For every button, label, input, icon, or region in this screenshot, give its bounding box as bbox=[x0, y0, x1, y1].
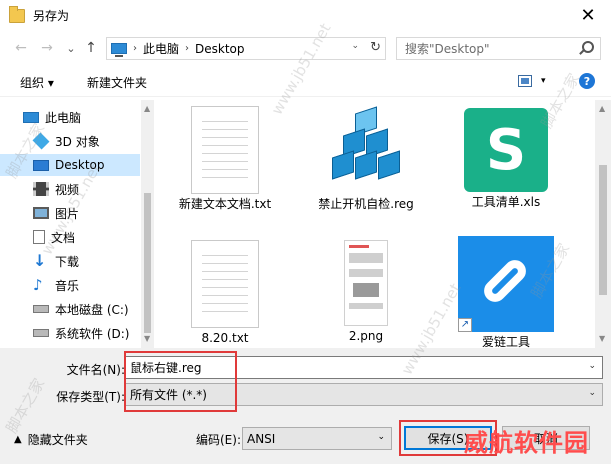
close-button[interactable]: ✕ bbox=[565, 0, 611, 31]
file-item[interactable]: 禁止开机自检.reg bbox=[311, 106, 421, 212]
filename-label: 文件名(N): bbox=[66, 363, 125, 377]
sidebar-item-drive-d[interactable]: 系统软件 (D:) bbox=[0, 322, 140, 344]
scroll-thumb[interactable] bbox=[599, 165, 607, 295]
encoding-label: 编码(E): bbox=[196, 433, 241, 447]
highlight-box bbox=[124, 351, 237, 412]
sidebar-item-label: 本地磁盘 (C:) bbox=[55, 302, 129, 317]
sidebar-item-documents[interactable]: 文档 bbox=[0, 226, 140, 248]
sidebar-item-label: 音乐 bbox=[55, 278, 80, 293]
computer-icon bbox=[23, 111, 39, 123]
computer-icon bbox=[111, 43, 127, 57]
text-file-icon bbox=[191, 106, 259, 194]
organize-button[interactable]: 组织 ▾ bbox=[20, 74, 54, 91]
refresh-icon[interactable]: ↻ bbox=[370, 40, 381, 55]
command-toolbar: 组织 ▾ 新建文件夹 ▾ ? bbox=[0, 65, 611, 97]
file-list: 新建文本文档.txt 禁止开机自检.reg S 工具清单.xls 8.20.tx… bbox=[155, 100, 595, 348]
navigation-pane: 此电脑 3D 对象 Desktop 视频 图片 文档 ↓ 下载 ♪ 音乐 本地磁… bbox=[0, 100, 154, 348]
sidebar-item-music[interactable]: ♪ 音乐 bbox=[0, 274, 140, 296]
hide-folders-button[interactable]: ▲ 隐藏文件夹 bbox=[14, 431, 88, 448]
new-folder-button[interactable]: 新建文件夹 bbox=[87, 74, 147, 91]
drive-icon bbox=[33, 305, 49, 313]
desktop-icon bbox=[33, 159, 49, 171]
filetype-label: 保存类型(T): bbox=[56, 390, 125, 404]
file-name: 2.png bbox=[348, 329, 384, 343]
wps-sheet-icon: S bbox=[464, 108, 548, 192]
documents-icon bbox=[33, 230, 45, 244]
sidebar-item-3d-objects[interactable]: 3D 对象 bbox=[0, 130, 140, 152]
file-name: 新建文本文档.txt bbox=[178, 197, 272, 211]
chevron-down-icon: ⌄ bbox=[377, 432, 385, 442]
sidebar-item-label: 系统软件 (D:) bbox=[55, 326, 130, 341]
search-icon bbox=[582, 41, 594, 53]
sidebar-item-label: 下载 bbox=[55, 254, 80, 269]
file-name: 8.20.txt bbox=[201, 331, 249, 345]
pictures-icon bbox=[33, 207, 49, 219]
sidebar-item-downloads[interactable]: ↓ 下载 bbox=[0, 250, 140, 272]
breadcrumb-this-pc[interactable]: 此电脑 bbox=[143, 40, 179, 57]
sidebar-item-label: 图片 bbox=[55, 206, 80, 221]
sidebar-item-this-pc[interactable]: 此电脑 bbox=[0, 106, 140, 128]
shortcut-icon: ↗ bbox=[458, 236, 554, 332]
view-options-icon[interactable] bbox=[518, 75, 532, 87]
forward-button[interactable]: → bbox=[38, 39, 56, 57]
file-list-scrollbar[interactable]: ▲ ▼ bbox=[595, 100, 611, 348]
window-title: 另存为 bbox=[33, 9, 70, 23]
sidebar-item-label: 视频 bbox=[55, 182, 80, 197]
sidebar-item-label: 文档 bbox=[51, 230, 76, 245]
chevron-down-icon[interactable]: ⌄ bbox=[588, 361, 596, 371]
up-button[interactable]: ↑ bbox=[82, 39, 100, 57]
sidebar-item-drive-c[interactable]: 本地磁盘 (C:) bbox=[0, 298, 140, 320]
sidebar-item-label: Desktop bbox=[55, 158, 105, 172]
chevron-right-icon: › bbox=[133, 43, 137, 54]
shortcut-arrow-icon: ↗ bbox=[458, 318, 472, 332]
title-bar: 另存为 ✕ bbox=[0, 0, 611, 31]
sidebar-item-desktop[interactable]: Desktop bbox=[0, 154, 140, 176]
sidebar-item-videos[interactable]: 视频 bbox=[0, 178, 140, 200]
file-item[interactable]: 新建文本文档.txt bbox=[170, 106, 280, 212]
file-item[interactable]: S 工具清单.xls bbox=[451, 106, 561, 210]
search-box[interactable]: 搜索"Desktop" bbox=[396, 37, 601, 60]
video-icon bbox=[33, 182, 49, 196]
navigation-bar: ← → ⌄ ↑ › 此电脑 › Desktop ⌄ ↻ 搜索"Desktop" bbox=[0, 31, 611, 65]
help-icon[interactable]: ? bbox=[579, 73, 595, 89]
sidebar-item-label: 3D 对象 bbox=[55, 134, 100, 149]
file-item[interactable]: 2.png bbox=[311, 240, 421, 344]
scroll-up-icon[interactable]: ▲ bbox=[144, 104, 150, 113]
hide-folders-label: 隐藏文件夹 bbox=[27, 433, 88, 447]
encoding-value: ANSI bbox=[247, 431, 276, 446]
navigation-scrollbar[interactable]: ▲ ▼ bbox=[141, 100, 154, 348]
scroll-thumb[interactable] bbox=[144, 193, 151, 333]
image-file-icon bbox=[344, 240, 388, 326]
file-name: 工具清单.xls bbox=[471, 195, 541, 209]
address-bar[interactable]: › 此电脑 › Desktop ⌄ ↻ bbox=[106, 37, 386, 60]
scroll-up-icon[interactable]: ▲ bbox=[599, 104, 605, 113]
breadcrumb-desktop[interactable]: Desktop bbox=[195, 42, 245, 56]
drive-icon bbox=[33, 329, 49, 337]
download-icon: ↓ bbox=[33, 251, 47, 270]
file-item[interactable]: 8.20.txt bbox=[170, 240, 280, 346]
chevron-right-icon: › bbox=[185, 43, 190, 54]
chevron-down-icon[interactable]: ⌄ bbox=[588, 388, 596, 398]
chevron-down-icon[interactable]: ▾ bbox=[541, 76, 546, 86]
scroll-down-icon[interactable]: ▼ bbox=[599, 334, 605, 343]
file-item[interactable]: ↗ 爱链工具 bbox=[451, 236, 561, 348]
recent-locations-button[interactable]: ⌄ bbox=[62, 39, 80, 57]
file-name: 禁止开机自检.reg bbox=[318, 197, 414, 211]
text-file-icon bbox=[191, 240, 259, 328]
music-icon: ♪ bbox=[33, 276, 43, 294]
cube-3d-icon bbox=[32, 132, 50, 150]
encoding-select[interactable]: ANSI ⌄ bbox=[242, 427, 392, 450]
sidebar-item-label: 此电脑 bbox=[45, 110, 82, 125]
file-name: 爱链工具 bbox=[481, 335, 530, 348]
folder-icon bbox=[9, 5, 25, 23]
chevron-up-icon: ▲ bbox=[14, 434, 22, 445]
sidebar-item-pictures[interactable]: 图片 bbox=[0, 202, 140, 224]
registry-file-icon bbox=[324, 106, 408, 194]
chevron-down-icon[interactable]: ⌄ bbox=[351, 41, 359, 51]
brand-watermark: 威航软件园 bbox=[464, 429, 589, 457]
back-button[interactable]: ← bbox=[12, 39, 30, 57]
scroll-down-icon[interactable]: ▼ bbox=[144, 334, 150, 343]
search-input[interactable]: 搜索"Desktop" bbox=[405, 40, 490, 57]
